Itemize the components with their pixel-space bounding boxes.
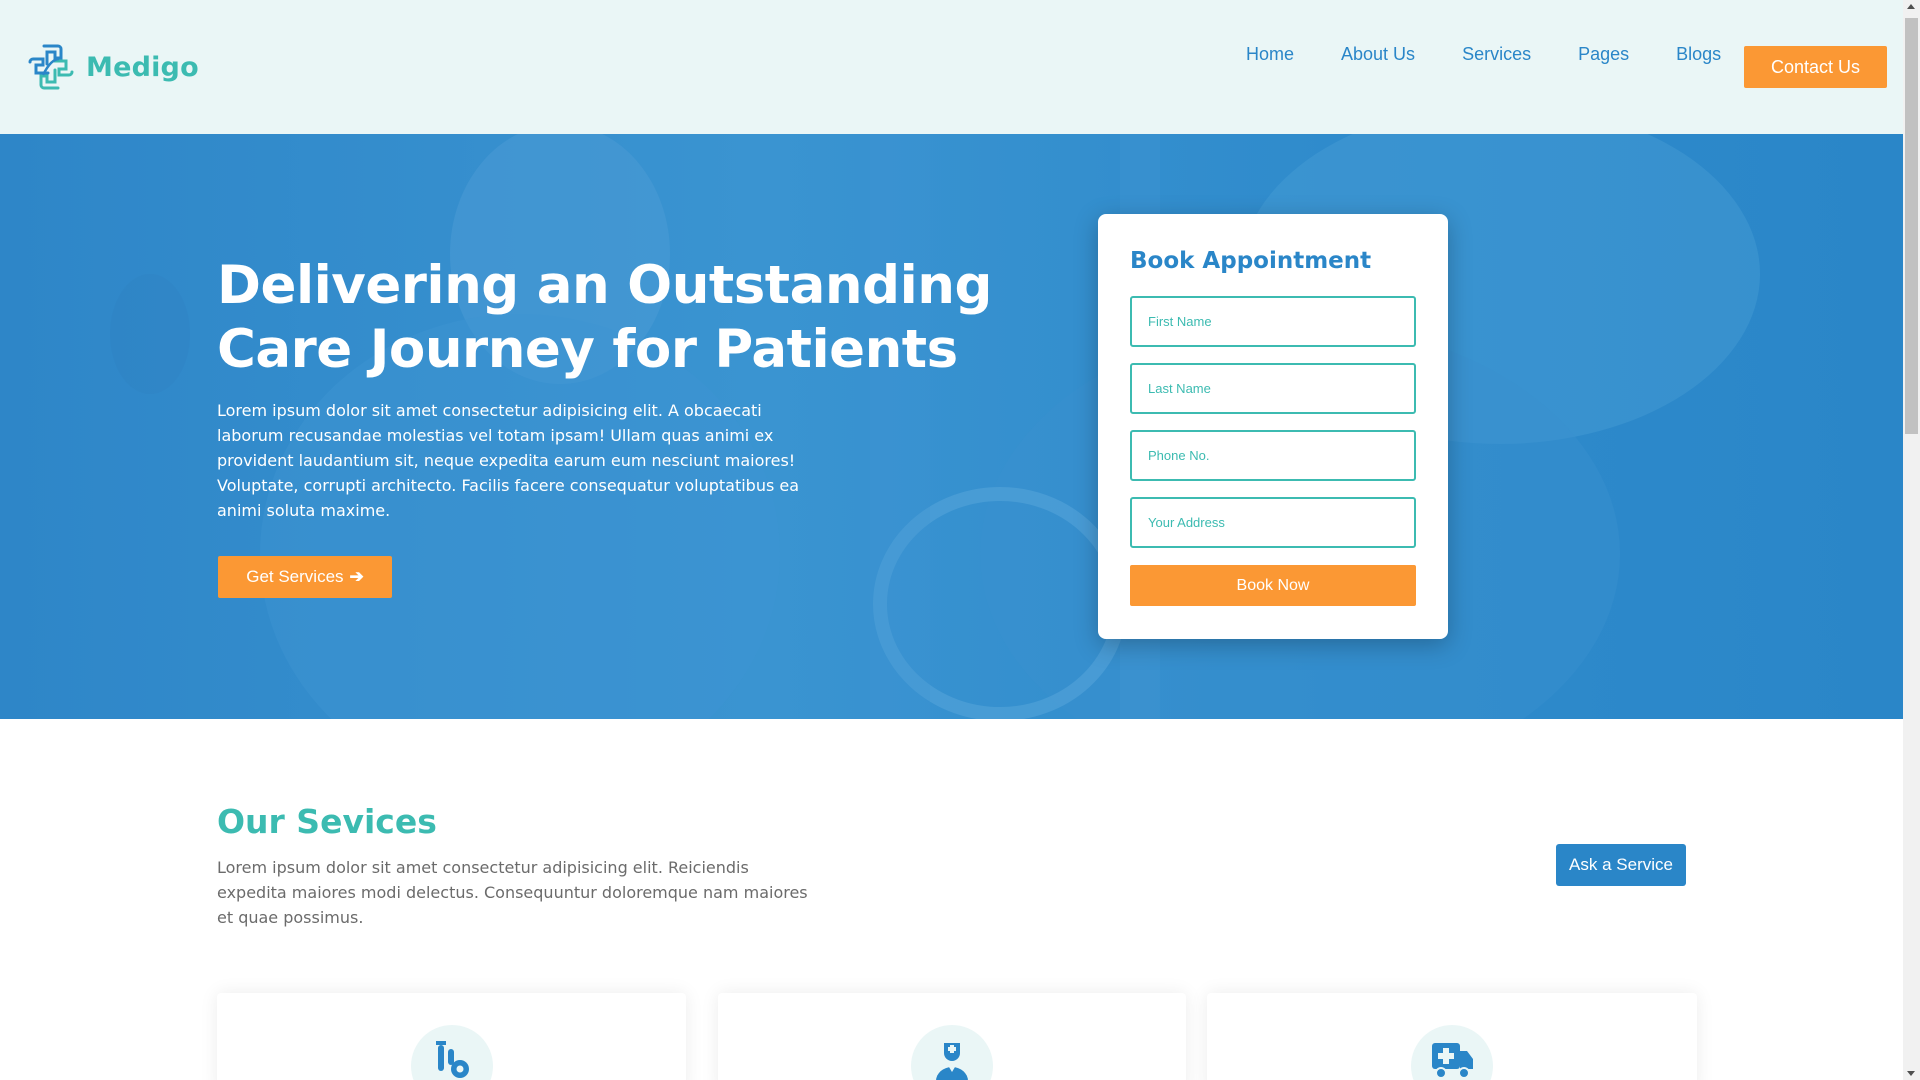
medical-cross-logo-icon — [28, 44, 74, 90]
scroll-up-arrow-icon[interactable] — [1907, 4, 1915, 9]
nav-blogs[interactable]: Blogs — [1676, 44, 1721, 65]
logo-text: Medigo — [86, 51, 199, 83]
ask-service-button[interactable]: Ask a Service — [1556, 844, 1686, 886]
logo[interactable]: Medigo — [26, 42, 199, 92]
doctor-icon — [936, 1043, 968, 1080]
book-now-button[interactable]: Book Now — [1130, 565, 1416, 606]
service-icon-circle — [411, 1025, 493, 1080]
hero-title-line-2: Care Journey for Patients — [217, 319, 958, 380]
scrollbar-thumb[interactable] — [1905, 18, 1918, 434]
last-name-input[interactable]: Last Name — [1130, 363, 1416, 414]
hero-description: Lorem ipsum dolor sit amet consectetur a… — [217, 401, 800, 520]
get-services-button[interactable]: Get Services ➔ — [218, 556, 392, 598]
arrow-right-icon: ➔ — [349, 567, 364, 586]
site-header: Medigo Home About Us Services Pages Blog… — [0, 0, 1903, 134]
nav-services[interactable]: Services — [1462, 44, 1531, 65]
nav-pages[interactable]: Pages — [1578, 44, 1629, 65]
first-name-input[interactable]: First Name — [1130, 296, 1416, 347]
scroll-down-arrow-icon[interactable] — [1907, 1071, 1915, 1076]
ambulance-icon — [1432, 1043, 1473, 1079]
main-nav: Home About Us Services Pages Blogs — [1246, 44, 1729, 65]
hero-title-line-1: Delivering an Outstanding — [217, 255, 992, 316]
service-icon-circle — [1411, 1025, 1493, 1080]
service-card-ambulance[interactable] — [1207, 993, 1697, 1080]
services-title: Our Sevices — [217, 802, 437, 841]
phone-input[interactable]: Phone No. — [1130, 430, 1416, 481]
service-card-lab[interactable] — [217, 993, 686, 1080]
service-card-doctor[interactable] — [718, 993, 1186, 1080]
appointment-card: Book Appointment First Name Last Name Ph… — [1098, 214, 1448, 639]
hero-section: Delivering an Outstanding Care Journey f… — [0, 134, 1903, 719]
page-scrollbar[interactable] — [1903, 0, 1920, 1080]
lab-gear-icon — [436, 1041, 469, 1078]
nav-home[interactable]: Home — [1246, 44, 1294, 65]
get-services-label: Get Services — [246, 567, 344, 586]
services-description: Lorem ipsum dolor sit amet consectetur a… — [217, 858, 808, 927]
hero-title: Delivering an Outstanding Care Journey f… — [217, 254, 1017, 382]
appointment-title: Book Appointment — [1130, 248, 1372, 274]
address-input[interactable]: Your Address — [1130, 497, 1416, 548]
contact-us-button[interactable]: Contact Us — [1744, 46, 1887, 88]
service-icon-circle — [911, 1025, 993, 1080]
nav-about-us[interactable]: About Us — [1341, 44, 1415, 65]
